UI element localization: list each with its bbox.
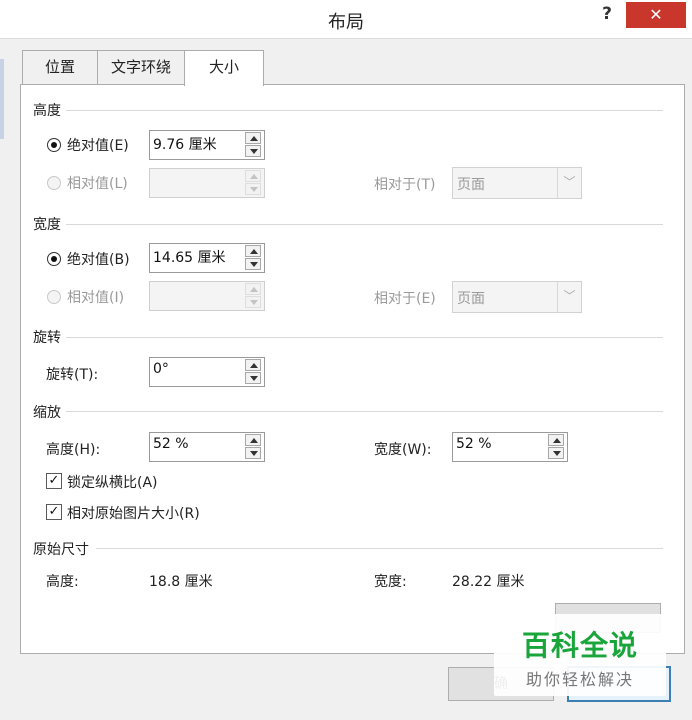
height-absolute-spinner[interactable] xyxy=(243,130,265,160)
chevron-down-icon xyxy=(250,451,258,456)
width-spin-down[interactable] xyxy=(245,258,261,270)
scale-width-spinner[interactable] xyxy=(546,432,568,462)
rotation-input[interactable]: 0° xyxy=(149,357,244,387)
section-width-divider xyxy=(66,224,663,225)
chevron-down-icon xyxy=(250,376,258,381)
chevron-up-icon xyxy=(250,249,258,254)
chevron-up-icon xyxy=(250,363,258,368)
close-button[interactable]: ✕ xyxy=(626,2,686,28)
original-height-label: 高度: xyxy=(46,574,79,590)
scale-height-spin-down[interactable] xyxy=(245,447,261,459)
width-relative-radio[interactable] xyxy=(47,290,61,304)
checkmark-icon: ✓ xyxy=(48,473,60,488)
height-absolute-radio[interactable] xyxy=(47,138,61,152)
tab-position[interactable]: 位置 xyxy=(22,50,98,84)
watermark-title: 百科全说 xyxy=(521,629,638,662)
section-scale: 缩放 xyxy=(33,405,61,421)
checkmark-icon: ✓ xyxy=(48,504,60,519)
width-relative-label: 相对值(I) xyxy=(67,290,125,306)
height-rel-spin-down[interactable] xyxy=(245,183,261,195)
scale-height-label: 高度(H): xyxy=(46,442,101,458)
relative-original-checkbox[interactable]: ✓ xyxy=(46,504,62,520)
width-relative-spinner[interactable] xyxy=(243,281,265,311)
width-absolute-spinner[interactable] xyxy=(243,243,265,273)
height-relative-to-select[interactable]: 页面 ﹀ xyxy=(452,167,582,199)
original-height-value: 18.8 厘米 xyxy=(149,574,213,590)
chevron-down-icon xyxy=(250,300,258,305)
chevron-up-icon xyxy=(250,136,258,141)
chevron-down-icon xyxy=(553,451,561,456)
dialog-title: 布局 xyxy=(328,12,364,33)
width-spin-up[interactable] xyxy=(245,245,261,257)
chevron-down-icon xyxy=(250,149,258,154)
section-original-divider xyxy=(96,548,663,549)
size-panel xyxy=(20,84,685,654)
watermark-subtitle: 助你轻松解决 xyxy=(525,670,634,689)
section-rotation: 旋转 xyxy=(33,330,61,346)
height-relative-spinner[interactable] xyxy=(243,168,265,198)
title-bar: 布局 ? ✕ xyxy=(0,0,692,38)
width-relative-input[interactable] xyxy=(149,281,244,311)
tab-text-wrapping[interactable]: 文字环绕 xyxy=(97,50,185,84)
chevron-down-icon xyxy=(250,262,258,267)
rotation-spin-up[interactable] xyxy=(245,359,261,371)
background-window-edge xyxy=(0,59,4,139)
chevron-up-icon xyxy=(250,287,258,292)
section-rotation-divider xyxy=(66,337,663,338)
rotation-label: 旋转(T): xyxy=(46,367,99,383)
section-width: 宽度 xyxy=(33,217,61,233)
height-spin-up[interactable] xyxy=(245,132,261,144)
scale-width-spin-down[interactable] xyxy=(548,447,564,459)
original-width-value: 28.22 厘米 xyxy=(452,574,525,590)
width-rel-spin-down[interactable] xyxy=(245,296,261,308)
rotation-spin-down[interactable] xyxy=(245,372,261,384)
tab-size[interactable]: 大小 xyxy=(184,50,264,86)
height-relative-input[interactable] xyxy=(149,168,244,198)
height-absolute-input[interactable]: 9.76 厘米 xyxy=(149,130,244,160)
original-width-label: 宽度: xyxy=(374,574,407,590)
width-relative-to-label: 相对于(E) xyxy=(374,291,436,307)
section-height: 高度 xyxy=(33,103,61,119)
height-absolute-label: 绝对值(E) xyxy=(67,138,129,154)
height-relative-label: 相对值(L) xyxy=(67,176,128,192)
chevron-up-icon xyxy=(553,438,561,443)
width-absolute-input[interactable]: 14.65 厘米 xyxy=(149,243,244,273)
relative-original-label: 相对原始图片大小(R) xyxy=(67,506,200,522)
scale-width-input[interactable]: 52 % xyxy=(452,432,547,462)
section-original-size: 原始尺寸 xyxy=(33,542,89,558)
height-relative-radio[interactable] xyxy=(47,176,61,190)
chevron-up-icon xyxy=(250,174,258,179)
height-relative-to-label: 相对于(T) xyxy=(374,177,436,193)
height-spin-down[interactable] xyxy=(245,145,261,157)
chevron-up-icon xyxy=(250,438,258,443)
height-rel-spin-up[interactable] xyxy=(245,170,261,182)
chevron-down-icon: ﹀ xyxy=(557,282,581,312)
height-relative-to-value: 页面 xyxy=(457,177,485,193)
lock-aspect-checkbox[interactable]: ✓ xyxy=(46,473,62,489)
scale-height-input[interactable]: 52 % xyxy=(149,432,244,462)
watermark: 百科全说 助你轻松解决 xyxy=(494,614,666,696)
scale-height-spinner[interactable] xyxy=(243,432,265,462)
chevron-down-icon: ﹀ xyxy=(557,168,581,198)
lock-aspect-label: 锁定纵横比(A) xyxy=(67,475,158,491)
help-button[interactable]: ? xyxy=(596,4,618,28)
scale-width-label: 宽度(W): xyxy=(374,442,432,458)
width-absolute-label: 绝对值(B) xyxy=(67,252,130,268)
width-rel-spin-up[interactable] xyxy=(245,283,261,295)
width-relative-to-value: 页面 xyxy=(457,291,485,307)
section-scale-divider xyxy=(66,411,663,412)
chevron-down-icon xyxy=(250,187,258,192)
rotation-spinner[interactable] xyxy=(243,357,265,387)
width-relative-to-select[interactable]: 页面 ﹀ xyxy=(452,281,582,313)
scale-width-spin-up[interactable] xyxy=(548,434,564,446)
width-absolute-radio[interactable] xyxy=(47,252,61,266)
section-height-divider xyxy=(66,110,663,111)
scale-height-spin-up[interactable] xyxy=(245,434,261,446)
